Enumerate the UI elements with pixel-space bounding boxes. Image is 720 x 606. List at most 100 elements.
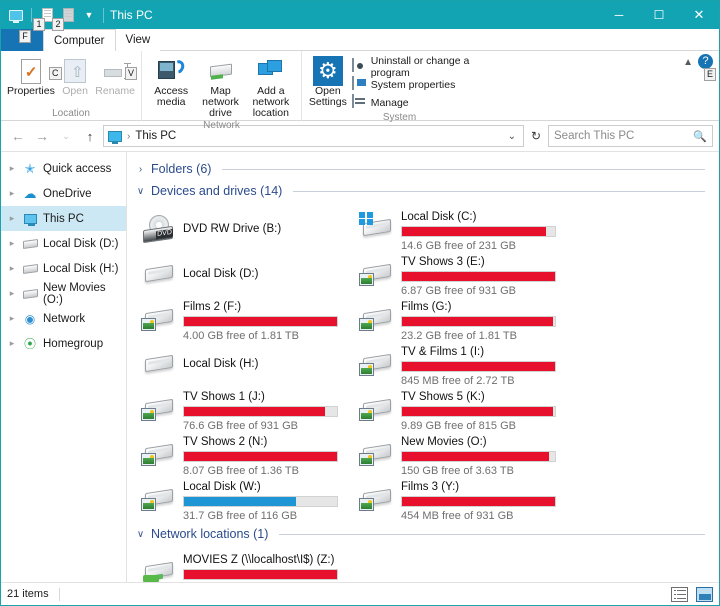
map-network-drive-button[interactable]: Map network drive	[196, 54, 244, 119]
up-button[interactable]: ↑	[79, 125, 101, 147]
sidebar-item-network[interactable]: ▸ ◉ Network	[1, 306, 126, 331]
chevron-right-icon[interactable]: ▸	[7, 313, 17, 324]
section-network-locations[interactable]: ∨ Network locations (1)	[127, 523, 719, 545]
forward-button[interactable]: →	[31, 125, 53, 147]
chevron-right-icon[interactable]: ›	[135, 164, 146, 175]
open-button[interactable]: ⇧ Open	[57, 54, 93, 97]
capacity-bar	[401, 496, 556, 507]
search-input[interactable]: Search This PC 🔍	[548, 125, 713, 147]
drive-tile[interactable]: TV Shows 3 (E:) 6.87 GB free of 931 GB	[359, 249, 577, 297]
open-icon: ⇧	[64, 56, 87, 86]
capacity-bar	[183, 496, 338, 507]
sidebar-item-homegroup[interactable]: ▸ ⦿ Homegroup	[1, 331, 126, 356]
chevron-down-icon[interactable]: ⌄	[508, 131, 519, 142]
window-controls: ─ ☐ ✕	[599, 1, 719, 29]
chevron-right-icon[interactable]: ▸	[7, 188, 17, 199]
section-folders[interactable]: › Folders (6)	[127, 158, 719, 180]
drive-tile[interactable]: TV Shows 1 (J:) 76.6 GB free of 931 GB	[141, 384, 359, 432]
sidebar-item-quick-access[interactable]: ▸ ✭ Quick access	[1, 156, 126, 181]
chevron-right-icon[interactable]: ▸	[7, 338, 17, 349]
chevron-right-icon[interactable]: ▸	[7, 213, 17, 224]
large-icons-view-icon[interactable]	[696, 586, 713, 602]
chevron-down-icon[interactable]: ▼	[80, 6, 98, 24]
ribbon-group-location: ✓ Properties ⇧ Open Rename Location	[1, 51, 141, 121]
drive-tile-icon	[141, 482, 177, 516]
drive-tile-body: TV Shows 1 (J:) 76.6 GB free of 931 GB	[183, 386, 359, 433]
add-network-location-button[interactable]: Add a network location	[247, 54, 295, 119]
manage-label: Manage	[370, 96, 409, 109]
sidebar-item-this-pc[interactable]: ▸ This PC	[1, 206, 126, 231]
star-icon: ✭	[24, 161, 36, 176]
breadcrumb-separator: ›	[127, 130, 131, 142]
system-properties-icon	[351, 76, 367, 92]
chevron-down-icon[interactable]: ∨	[135, 186, 146, 197]
drive-tile[interactable]: Films 3 (Y:) 454 MB free of 931 GB	[359, 474, 577, 522]
quick-access-toolbar: ▼	[1, 6, 98, 24]
section-devices-and-drives[interactable]: ∨ Devices and drives (14)	[127, 180, 719, 202]
media-badge-icon	[359, 408, 374, 421]
drive-tile[interactable]: Films (G:) 23.2 GB free of 1.81 TB	[359, 294, 577, 342]
drive-tile[interactable]: MOVIES Z (\\localhost\I$) (Z:)845 MB fre…	[141, 547, 359, 582]
drive-tile[interactable]: TV & Films 1 (I:) 845 MB free of 2.72 TB	[359, 339, 577, 387]
drive-tile[interactable]: TV Shows 5 (K:) 9.89 GB free of 815 GB	[359, 384, 577, 432]
sidebar-item-local-disk-h[interactable]: ▸ Local Disk (H:)	[1, 256, 126, 281]
manage-button[interactable]: Manage	[350, 94, 491, 111]
ribbon: ✓ Properties ⇧ Open Rename Location Acce…	[1, 51, 719, 131]
capacity-bar	[401, 451, 556, 462]
capacity-bar-fill	[402, 317, 554, 326]
drive-tile[interactable]: Local Disk (D:)	[141, 249, 359, 294]
drive-tile[interactable]: Local Disk (W:) 31.7 GB free of 116 GB	[141, 474, 359, 522]
windows-logo-icon	[359, 212, 373, 225]
capacity-bar-fill	[402, 497, 555, 506]
system-properties-button[interactable]: System properties	[350, 76, 491, 93]
refresh-button[interactable]: ↻	[526, 125, 546, 147]
sidebar-item-local-disk-d[interactable]: ▸ Local Disk (D:)	[1, 231, 126, 256]
this-pc-icon[interactable]	[7, 6, 25, 24]
drive-tile[interactable]: Films 2 (F:) 4.00 GB free of 1.81 TB	[141, 294, 359, 342]
search-placeholder: Search This PC	[554, 130, 635, 142]
close-button[interactable]: ✕	[679, 1, 719, 29]
network-badge-icon	[143, 575, 159, 582]
drive-tile[interactable]: DVD DVD RW Drive (B:)	[141, 204, 359, 249]
sidebar-item-new-movies-o[interactable]: ▸ New Movies (O:)	[1, 281, 126, 306]
drive-tile[interactable]: New Movies (O:) 150 GB free of 3.63 TB	[359, 429, 577, 477]
details-view-icon[interactable]	[671, 586, 688, 602]
ribbon-group-network: Access media Map network drive Add a net…	[141, 51, 301, 131]
drive-name: Local Disk (W:)	[183, 481, 261, 493]
capacity-bar-fill	[184, 407, 325, 416]
chevron-right-icon[interactable]: ▸	[7, 163, 17, 174]
sidebar-item-onedrive[interactable]: ▸ ☁ OneDrive	[1, 181, 126, 206]
sidebar-item-label: OneDrive	[43, 187, 92, 200]
open-settings-button[interactable]: ⚙ Open Settings	[308, 54, 348, 108]
drive-name: Films 2 (F:)	[183, 301, 242, 313]
section-rule	[279, 533, 705, 535]
network-icon: ◉	[24, 311, 36, 326]
gear-icon: ⚙	[312, 56, 343, 86]
drive-tile[interactable]: Local Disk (H:)	[141, 339, 359, 384]
chevron-right-icon[interactable]: ▸	[7, 238, 17, 249]
tab-strip-filler	[160, 29, 719, 51]
drive-tile[interactable]: Local Disk (C:) 14.6 GB free of 231 GB	[359, 204, 577, 252]
minimize-button[interactable]: ─	[599, 1, 639, 29]
recent-locations-button[interactable]: ⌄	[55, 125, 77, 147]
uninstall-program-button[interactable]: Uninstall or change a program	[350, 55, 491, 79]
maximize-button[interactable]: ☐	[639, 1, 679, 29]
access-media-button[interactable]: Access media	[148, 54, 194, 108]
title-divider	[103, 7, 104, 23]
chevron-up-icon[interactable]: ▲	[683, 57, 693, 68]
chevron-right-icon[interactable]: ▸	[7, 263, 17, 274]
drive-name: MOVIES Z (\\localhost\I$) (Z:)	[183, 554, 335, 566]
properties-button[interactable]: ✓ Properties	[7, 54, 55, 97]
add-network-location-icon	[257, 56, 284, 86]
drive-tile[interactable]: TV Shows 2 (N:) 8.07 GB free of 1.36 TB	[141, 429, 359, 477]
back-button[interactable]: ←	[7, 125, 29, 147]
tab-view-label: View	[125, 34, 151, 46]
tab-view[interactable]: View	[116, 29, 161, 51]
sidebar-item-label: Network	[43, 312, 86, 325]
ribbon-group-network-label: Network	[203, 120, 240, 131]
drive-tile-icon	[359, 212, 395, 246]
tab-computer[interactable]: Computer	[43, 29, 116, 51]
chevron-down-icon[interactable]: ∨	[135, 529, 146, 540]
chevron-right-icon[interactable]: ▸	[7, 288, 17, 299]
help-icon[interactable]: ?	[698, 54, 713, 69]
